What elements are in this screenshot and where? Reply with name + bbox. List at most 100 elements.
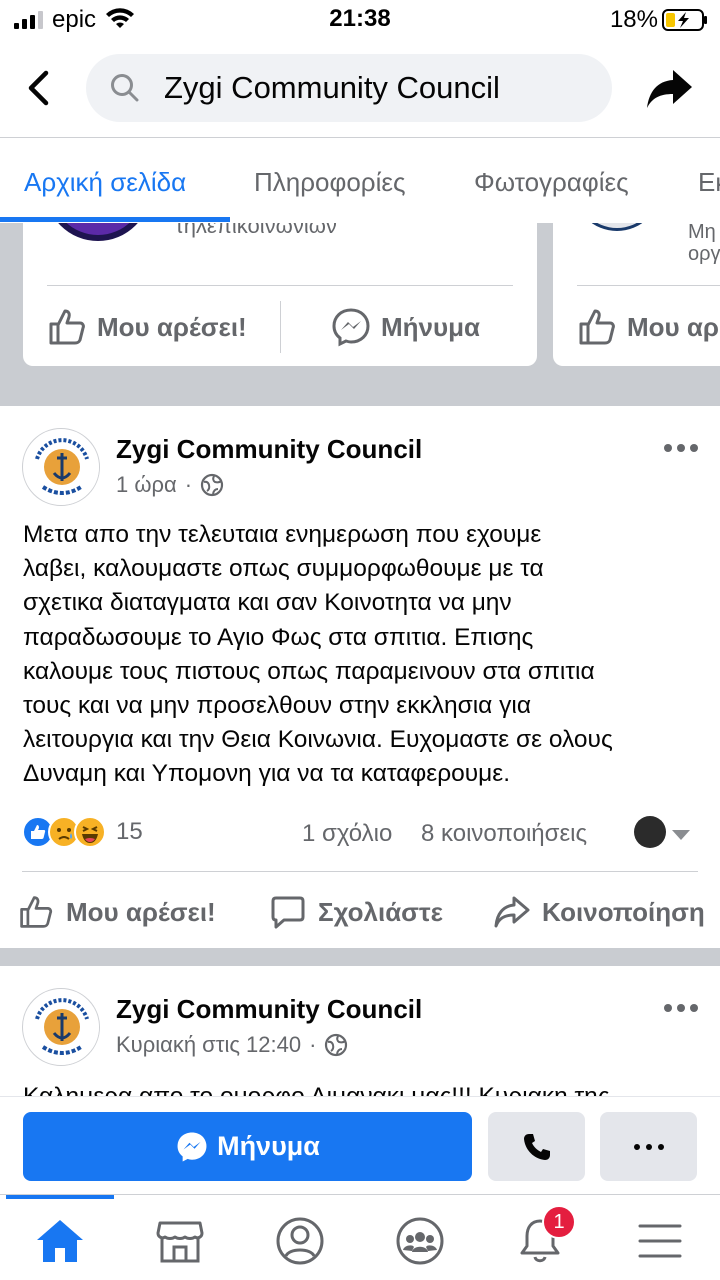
page-avatar[interactable]	[22, 988, 100, 1066]
share-arrow-icon	[647, 70, 692, 108]
like-page-button[interactable]: Μου αρέσει!	[47, 307, 247, 347]
comment-icon	[271, 896, 305, 929]
share-post-button[interactable]: Κοινοποίηση	[494, 894, 705, 930]
like-page-button[interactable]: Μου αρ	[577, 307, 719, 347]
related-page-card[interactable]: Μη οργ Μου αρ	[553, 223, 720, 366]
related-pages-carousel[interactable]: τηλεπικοινωνιών Μου αρέσει! Μήνυμα Μη ορ…	[0, 223, 720, 406]
comment-label: Σχολιάστε	[318, 896, 443, 927]
tab-about[interactable]: Πληροφορίες	[254, 167, 406, 198]
message-label: Μήνυμα	[217, 1131, 320, 1161]
tab-photos[interactable]: Φωτογραφίες	[474, 167, 629, 198]
active-tab-indicator	[0, 217, 230, 222]
more-dot	[677, 1004, 685, 1012]
post-author[interactable]: Zygi Community Council	[116, 434, 422, 465]
like-label: Μου αρέσει!	[97, 311, 247, 342]
store-icon	[156, 1221, 204, 1263]
more-dot	[677, 444, 685, 452]
reaction-count: 15	[116, 818, 143, 845]
like-label: Μου αρ	[627, 311, 719, 342]
menu-icon	[638, 1224, 682, 1258]
top-header	[0, 40, 720, 138]
like-label: Μου αρέσει!	[66, 896, 216, 927]
like-button[interactable]: Μου αρέσει!	[18, 894, 216, 930]
separator-dot: ·	[184, 472, 193, 497]
tab-events[interactable]: Εκ	[698, 167, 720, 198]
post: Zygi Community Council 1 ώρα · Μετα απο …	[0, 406, 720, 948]
more-dot	[633, 1143, 640, 1150]
thumbs-up-icon	[579, 309, 615, 345]
council-logo-icon	[25, 991, 99, 1065]
groups-icon	[396, 1217, 444, 1265]
more-dot	[657, 1143, 664, 1150]
more-dot	[664, 444, 672, 452]
page-avatar[interactable]	[45, 223, 151, 241]
post-options-button[interactable]	[664, 998, 698, 1018]
message-page-button[interactable]: Μήνυμα	[331, 307, 480, 347]
reactions-summary[interactable]: 15	[22, 816, 143, 848]
page-category: τηλεπικοινωνιών	[175, 223, 337, 238]
active-nav-indicator	[6, 1195, 114, 1199]
share-icon	[494, 896, 530, 928]
messenger-icon	[177, 1132, 207, 1161]
nav-groups[interactable]	[390, 1213, 450, 1269]
tab-home[interactable]: Αρχική σελίδα	[24, 167, 186, 198]
nav-marketplace[interactable]	[150, 1213, 210, 1269]
comment-button[interactable]: Σχολιάστε	[270, 894, 443, 930]
post-meta: 1 ώρα ·	[116, 472, 224, 498]
chevron-left-icon	[28, 70, 49, 106]
separator-dot: ·	[309, 1032, 317, 1057]
post-text: Μετα απο την τελευταια ενημερωση που εχο…	[23, 521, 613, 788]
more-dot	[645, 1143, 652, 1150]
message-button[interactable]: Μήνυμα	[23, 1112, 472, 1181]
share-label: Κοινοποίηση	[542, 896, 705, 927]
page-avatar[interactable]	[22, 428, 100, 506]
viewer-avatar[interactable]	[634, 816, 666, 848]
search-bar[interactable]	[86, 54, 612, 122]
feed-separator	[0, 948, 720, 966]
divider	[280, 301, 281, 353]
post-timestamp[interactable]: Κυριακή στις 12:40	[116, 1032, 301, 1058]
page-category: Μη οργ	[688, 223, 720, 265]
post-timestamp[interactable]: 1 ώρα	[116, 472, 177, 498]
share-button[interactable]	[646, 68, 694, 110]
related-page-card[interactable]: τηλεπικοινωνιών Μου αρέσει! Μήνυμα	[23, 223, 537, 366]
shares-count[interactable]: 8 κοινοποιήσεις	[421, 820, 587, 848]
comments-count[interactable]: 1 σχόλιο	[302, 820, 392, 848]
more-options-button[interactable]	[600, 1112, 697, 1181]
battery-charging-icon	[662, 9, 707, 31]
nav-menu[interactable]	[630, 1213, 690, 1269]
divider	[577, 285, 720, 286]
search-input[interactable]	[164, 70, 584, 106]
battery-percent: 18%	[609, 6, 658, 33]
thumbs-up-icon	[49, 309, 85, 345]
globe-icon	[325, 1033, 348, 1057]
thumbs-up-icon	[20, 896, 53, 928]
divider	[22, 871, 698, 872]
profile-icon	[276, 1217, 324, 1265]
nav-notifications[interactable]: 1	[510, 1205, 576, 1269]
more-dot	[664, 1004, 672, 1012]
messenger-icon	[332, 308, 370, 347]
message-label: Μήνυμα	[381, 311, 481, 342]
post-options-button[interactable]	[664, 438, 698, 458]
more-dot	[690, 444, 698, 452]
status-bar: epic 21:38 18%	[0, 0, 720, 40]
back-button[interactable]	[18, 66, 58, 110]
nav-home[interactable]	[30, 1213, 90, 1269]
post-meta: Κυριακή στις 12:40 ·	[116, 1032, 348, 1058]
haha-reaction-icon	[74, 816, 106, 848]
globe-icon	[200, 473, 224, 497]
call-button[interactable]	[488, 1112, 585, 1181]
page-avatar[interactable]	[573, 223, 661, 231]
post-text: Καλημερα απο το ομορφο Λιμανακι μας!!! Κ…	[23, 1080, 707, 1096]
notification-badge: 1	[542, 1205, 576, 1239]
nav-profile[interactable]	[270, 1213, 330, 1269]
search-icon	[108, 71, 142, 105]
home-icon	[37, 1220, 83, 1262]
divider	[47, 285, 513, 286]
caret-down-icon[interactable]	[672, 830, 690, 840]
post-author[interactable]: Zygi Community Council	[116, 994, 422, 1025]
more-dot	[690, 1004, 698, 1012]
phone-icon	[523, 1133, 550, 1160]
post: Zygi Community Council Κυριακή στις 12:4…	[0, 966, 720, 1096]
